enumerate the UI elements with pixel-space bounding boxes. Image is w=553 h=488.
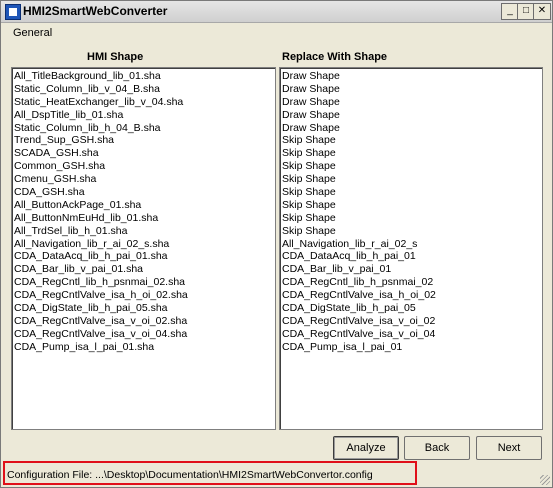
list-item[interactable]: CDA_GSH.sha — [14, 186, 275, 199]
list-item[interactable]: Static_Column_lib_h_04_B.sha — [14, 122, 275, 135]
menu-general[interactable]: General — [13, 27, 52, 39]
list-item[interactable]: CDA_RegCntl_lib_h_psnmai_02 — [282, 276, 542, 289]
list-item[interactable]: Draw Shape — [282, 83, 542, 96]
list-item[interactable]: CDA_DigState_lib_h_pai_05 — [282, 302, 542, 315]
list-item[interactable]: All_Navigation_lib_r_ai_02_s — [282, 238, 542, 251]
list-item[interactable]: All_TrdSel_lib_h_01.sha — [14, 225, 275, 238]
back-button[interactable]: Back — [404, 436, 470, 460]
list-item[interactable]: Skip Shape — [282, 147, 542, 160]
list-item[interactable]: Cmenu_GSH.sha — [14, 173, 275, 186]
list-item[interactable]: Skip Shape — [282, 212, 542, 225]
list-item[interactable]: Skip Shape — [282, 186, 542, 199]
list-item[interactable]: Static_Column_lib_v_04_B.sha — [14, 83, 275, 96]
list-item[interactable]: Skip Shape — [282, 199, 542, 212]
list-item[interactable]: CDA_DataAcq_lib_h_pai_01.sha — [14, 250, 275, 263]
list-item[interactable]: CDA_DataAcq_lib_h_pai_01 — [282, 250, 542, 263]
list-item[interactable]: CDA_Bar_lib_v_pai_01 — [282, 263, 542, 276]
list-item[interactable]: All_TitleBackground_lib_01.sha — [14, 70, 275, 83]
status-highlight-box — [3, 461, 417, 485]
list-item[interactable]: SCADA_GSH.sha — [14, 147, 275, 160]
menu-bar: General — [1, 23, 552, 43]
replace-shape-list[interactable]: Draw Shape Draw Shape Draw Shape Draw Shape… — [279, 67, 543, 430]
list-item[interactable]: Draw Shape — [282, 70, 542, 83]
list-item[interactable]: Skip Shape — [282, 134, 542, 147]
list-item[interactable]: All_ButtonNmEuHd_lib_01.sha — [14, 212, 275, 225]
list-item[interactable]: All_ButtonAckPage_01.sha — [14, 199, 275, 212]
app-icon — [5, 4, 21, 20]
list-item[interactable]: CDA_RegCntlValve_isa_v_oi_04 — [282, 328, 542, 341]
list-item[interactable]: All_Navigation_lib_r_ai_02_s.sha — [14, 238, 275, 251]
replace-shape-header: Replace With Shape — [282, 51, 388, 63]
list-item[interactable]: Skip Shape — [282, 160, 542, 173]
analyze-button[interactable]: Analyze — [333, 436, 399, 460]
list-item[interactable]: Draw Shape — [282, 122, 542, 135]
list-item[interactable]: Static_HeatExchanger_lib_v_04.sha — [14, 96, 275, 109]
list-item[interactable]: CDA_RegCntlValve_isa_v_oi_02 — [282, 315, 542, 328]
hmi-shape-list[interactable]: All_TitleBackground_lib_01.sha Static_Col… — [11, 67, 276, 430]
list-item[interactable]: CDA_RegCntlValve_isa_v_oi_02.sha — [14, 315, 275, 328]
list-item[interactable]: CDA_RegCntl_lib_h_psnmai_02.sha — [14, 276, 275, 289]
list-item[interactable]: CDA_RegCntlValve_isa_h_oi_02 — [282, 289, 542, 302]
next-button[interactable]: Next — [476, 436, 542, 460]
title-bar: HMI2SmartWebConverter _ □ ✕ — [1, 1, 552, 23]
list-item[interactable]: Draw Shape — [282, 109, 542, 122]
close-button[interactable]: ✕ — [533, 3, 551, 20]
list-item[interactable]: Skip Shape — [282, 225, 542, 238]
list-item[interactable]: CDA_Pump_isa_l_pai_01 — [282, 341, 542, 354]
list-item[interactable]: CDA_DigState_lib_h_pai_05.sha — [14, 302, 275, 315]
hmi-shape-header: HMI Shape — [87, 51, 144, 63]
app-window: HMI2SmartWebConverter _ □ ✕ General HMI … — [0, 0, 553, 488]
list-item[interactable]: All_DspTitle_lib_01.sha — [14, 109, 275, 122]
list-item[interactable]: CDA_RegCntlValve_isa_h_oi_02.sha — [14, 289, 275, 302]
list-item[interactable]: CDA_Bar_lib_v_pai_01.sha — [14, 263, 275, 276]
resize-grip-icon[interactable] — [540, 475, 550, 485]
list-item[interactable]: CDA_RegCntlValve_isa_v_oi_04.sha — [14, 328, 275, 341]
list-item[interactable]: Trend_Sup_GSH.sha — [14, 134, 275, 147]
list-item[interactable]: CDA_Pump_isa_l_pai_01.sha — [14, 341, 275, 354]
list-item[interactable]: Draw Shape — [282, 96, 542, 109]
list-item[interactable]: Common_GSH.sha — [14, 160, 275, 173]
list-item[interactable]: Skip Shape — [282, 173, 542, 186]
window-title: HMI2SmartWebConverter — [23, 4, 168, 18]
